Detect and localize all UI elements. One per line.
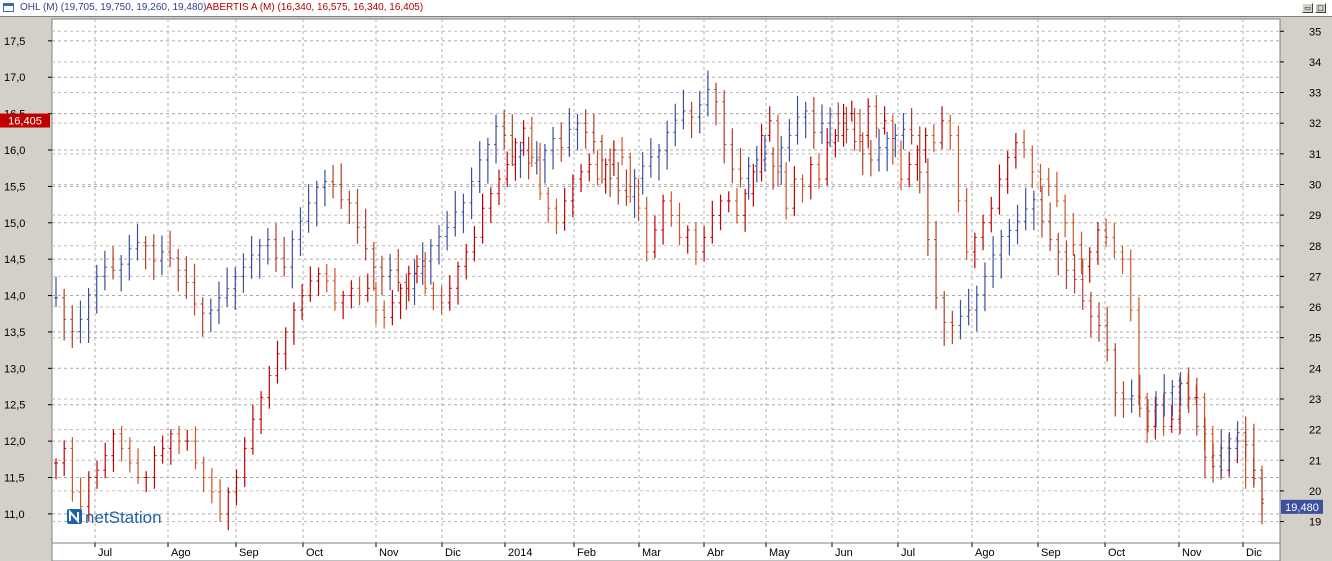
right-tick-label: 29 [1309,210,1321,222]
left-tick-label: 15,0 [4,218,25,230]
left-tick-label: 12,5 [4,400,25,412]
month-label: Oct [1108,547,1125,559]
series-abertis-caption: ABERTIS A (M) (16,340, 16,575, 16,340, 1… [206,2,424,13]
month-label: Mar [642,547,661,559]
series-ohl-caption: OHL (M) (19,705, 19,750, 19,260, 19,480) [20,2,207,13]
left-tick-label: 15,5 [4,181,25,193]
right-tick-label: 28 [1309,241,1321,253]
left-tick-label: 13,0 [4,363,25,375]
right-tick-label: 24 [1309,363,1321,375]
chart-window-titlebar[interactable]: OHL (M) (19,705, 19,750, 19,260, 19,480)… [0,0,1332,17]
right-tick-label: 21 [1309,455,1321,467]
month-label: May [769,547,790,559]
left-tick-label: 11,5 [4,473,25,485]
maximize-button[interactable]: □ [1315,3,1326,13]
right-tick-label: 32 [1309,118,1321,130]
right-tick-label: 27 [1309,271,1321,283]
left-tick-label: 16,0 [4,145,25,157]
month-label: Feb [577,547,596,559]
month-label: Nov [1182,547,1202,559]
month-label: Oct [306,547,323,559]
month-label: Dic [445,547,461,559]
right-tick-label: 26 [1309,302,1321,314]
month-label: Jul [901,547,915,559]
left-tick-label: 17,0 [4,72,25,84]
month-label: Abr [707,547,724,559]
restore-button[interactable]: ▭ [1302,3,1313,13]
left-tick-label: 13,5 [4,327,25,339]
right-tick-label: 30 [1309,179,1321,191]
right-tick-label: 22 [1309,425,1321,437]
window-icon[interactable] [3,3,14,12]
left-tick-label: 11,0 [4,509,25,521]
month-label: Ago [975,547,995,559]
right-tick-label: 35 [1309,26,1321,38]
month-label: Dic [1246,547,1262,559]
left-tick-label: 14,0 [4,291,25,303]
month-label: Nov [379,547,399,559]
right-tick-label: 19 [1309,517,1321,529]
left-tick-label: 14,5 [4,254,25,266]
month-label: Jul [98,547,112,559]
month-label: Sep [239,547,259,559]
right-tick-label: 34 [1309,57,1321,69]
month-label: Sep [1041,547,1061,559]
left-tick-label: 12,0 [4,436,25,448]
right-tick-label: 20 [1309,486,1321,498]
abertis-last-value: 16,405 [8,116,42,128]
month-label: Ago [171,547,191,559]
month-label: Jun [835,547,853,559]
right-tick-label: 23 [1309,394,1321,406]
right-tick-label: 25 [1309,333,1321,345]
right-tick-label: 31 [1309,149,1321,161]
month-label: 2014 [508,547,532,559]
price-chart[interactable]: 11,0 11,5 12,0 12,5 13,0 13,5 14,0 14,5 15,0 15,5… [0,17,1332,561]
watermark-text: netStation [85,508,162,527]
right-tick-label: 33 [1309,88,1321,100]
left-tick-label: 17,5 [4,36,25,48]
ohl-last-value: 19,480 [1285,502,1319,514]
